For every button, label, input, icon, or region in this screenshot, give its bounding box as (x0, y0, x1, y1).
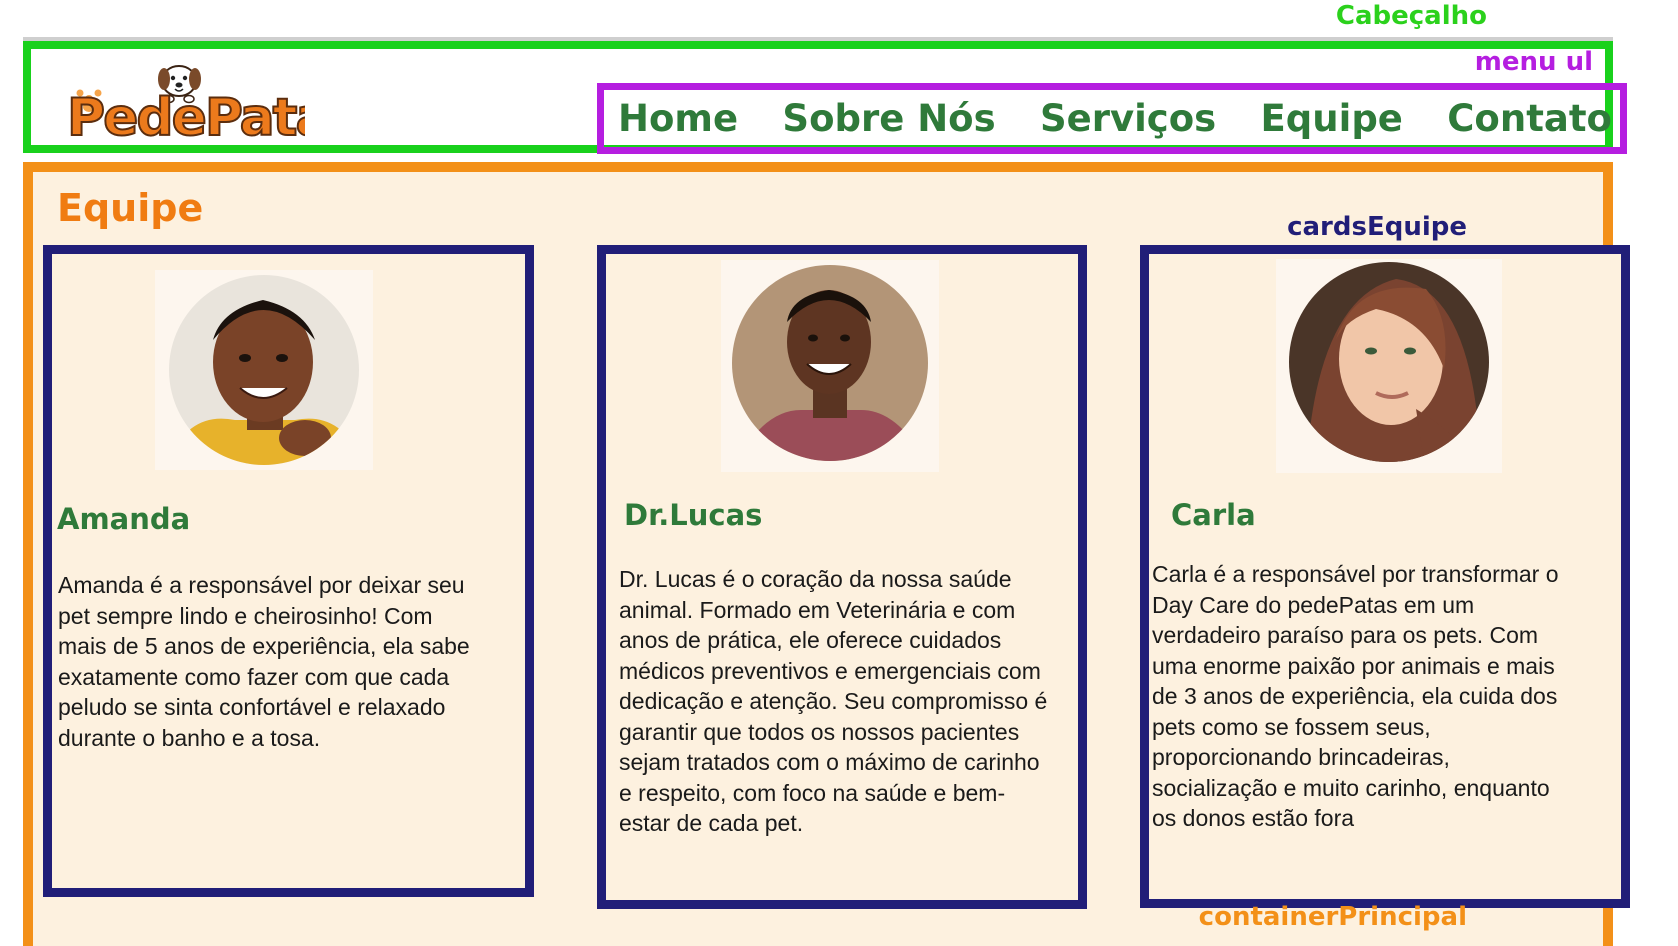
page-title: Equipe (57, 186, 204, 230)
nav-servicos[interactable]: Serviços (1040, 97, 1216, 140)
cards-annotation: cardsEquipe (1287, 212, 1467, 242)
team-card-amanda: Amanda Amanda é a responsável por deixar… (43, 245, 534, 897)
header-divider (23, 37, 1613, 41)
header-annotation: Cabeçalho (1335, 1, 1487, 31)
header: PedePata menu ul Home Sobre Nós Serviços… (23, 37, 1627, 154)
card-name: Dr.Lucas (624, 498, 763, 532)
photo-frame (1276, 259, 1502, 473)
photo-frame (155, 270, 373, 470)
nav-equipe[interactable]: Equipe (1261, 97, 1403, 140)
lucas-photo (732, 265, 928, 461)
nav-home[interactable]: Home (618, 97, 738, 140)
svg-text:PedePata: PedePata (67, 88, 305, 147)
card-name: Amanda (57, 502, 191, 536)
card-description: Dr. Lucas é o coração da nossa saúde ani… (619, 566, 1048, 836)
card-description: Carla é a responsável por transformar o … (1152, 561, 1559, 831)
container-principal-annotation: containerPrincipal (1198, 902, 1467, 932)
photo-frame (721, 260, 939, 472)
nav-sobre-nos[interactable]: Sobre Nós (782, 97, 995, 140)
team-card-carla: Carla Carla é a responsável por transfor… (1140, 245, 1630, 908)
amanda-photo (169, 275, 359, 465)
menu-annotation: menu ul (1474, 47, 1593, 77)
team-card-dr-lucas: Dr.Lucas Dr. Lucas é o coração da nossa … (597, 245, 1087, 909)
nav-contato[interactable]: Contato (1447, 97, 1612, 140)
carla-photo (1289, 262, 1489, 462)
card-description: Amanda é a responsável por deixar seu pe… (58, 572, 470, 751)
main-menu: Home Sobre Nós Serviços Equipe Contato (597, 83, 1627, 154)
card-name: Carla (1171, 498, 1256, 532)
logo[interactable]: PedePata (65, 59, 332, 149)
